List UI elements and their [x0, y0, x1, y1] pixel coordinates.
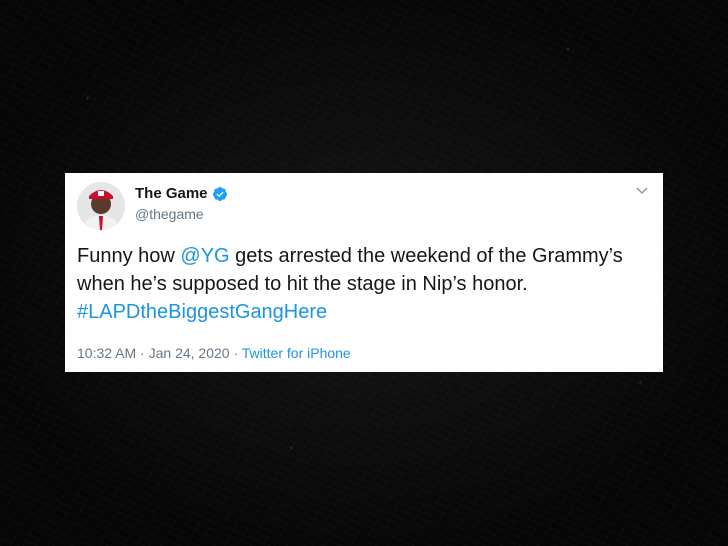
tweet-source[interactable]: Twitter for iPhone	[242, 345, 351, 361]
tweet-date[interactable]: Jan 24, 2020	[149, 345, 230, 361]
tweet-text: Funny how @YG gets arrested the weekend …	[77, 242, 653, 326]
meta-separator-2: ·	[229, 345, 242, 361]
verified-badge-icon	[212, 186, 227, 201]
avatar-image	[77, 182, 125, 230]
tweet-card: The Game @thegame Funny how @YG gets arr…	[65, 173, 663, 372]
user-handle[interactable]: @thegame	[135, 206, 204, 222]
meta-separator: ·	[136, 345, 149, 361]
tweet-meta: 10:32 AM · Jan 24, 2020 · Twitter for iP…	[77, 345, 351, 361]
avatar[interactable]	[77, 182, 125, 230]
tweet-time[interactable]: 10:32 AM	[77, 345, 136, 361]
display-name-row: The Game	[135, 185, 228, 202]
chevron-down-icon[interactable]	[634, 182, 650, 198]
display-name[interactable]: The Game	[135, 185, 208, 202]
tweet-text-part1: Funny how	[77, 245, 181, 267]
mention-link[interactable]: @YG	[180, 245, 229, 267]
hashtag-link[interactable]: #LAPDtheBiggestGangHere	[77, 301, 327, 323]
